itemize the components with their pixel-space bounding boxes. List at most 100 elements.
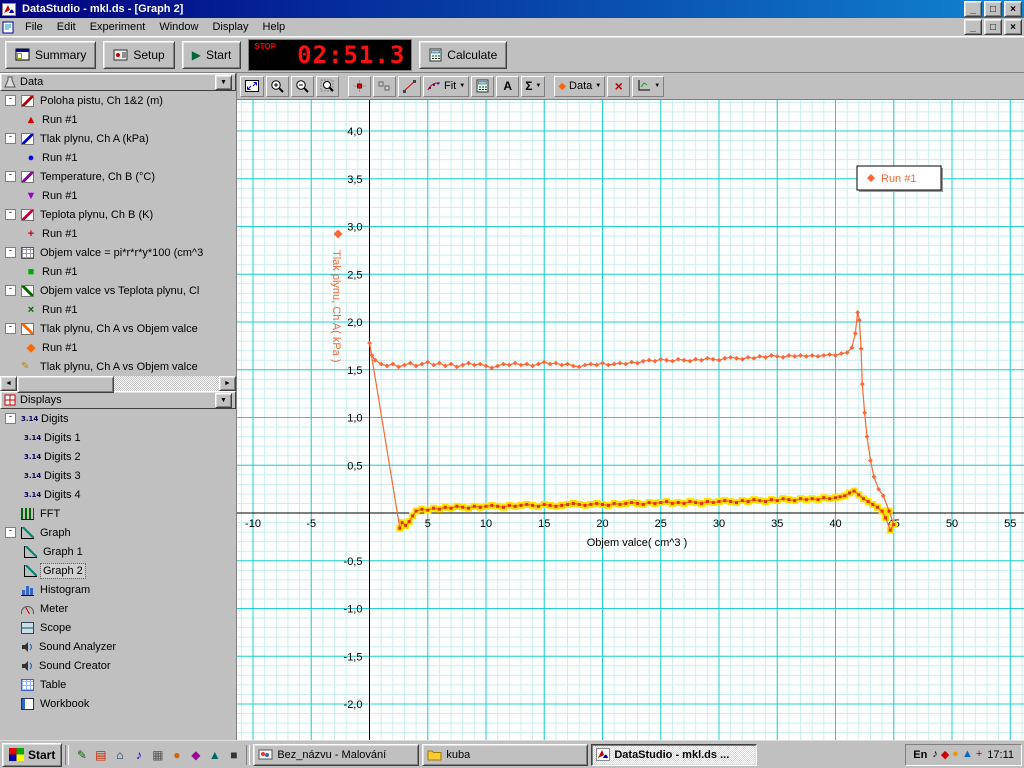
display-item[interactable]: Workbook: [0, 694, 236, 713]
display-item[interactable]: Table: [0, 675, 236, 694]
display-item[interactable]: Histogram: [0, 580, 236, 599]
horizontal-scrollbar[interactable]: ◄ ►: [0, 376, 236, 391]
display-item[interactable]: -Graph: [0, 523, 236, 542]
quicklaunch-7-icon[interactable]: ◆: [186, 745, 205, 764]
menu-window[interactable]: Window: [152, 19, 205, 35]
quicklaunch-4-icon[interactable]: ♪: [129, 745, 148, 764]
setup-button[interactable]: Setup: [103, 41, 174, 69]
text-annotation-button[interactable]: A: [496, 76, 519, 97]
quicklaunch-9-icon[interactable]: ■: [224, 745, 243, 764]
scrollbar-thumb[interactable]: [17, 376, 114, 393]
data-source-child-item[interactable]: +Run #1: [0, 224, 236, 243]
task-datastudio[interactable]: DataStudio - mkl.ds ...: [591, 744, 757, 766]
data-source-item[interactable]: ✎Tlak plynu, Ch A vs Objem valce: [0, 357, 236, 376]
tray-tray-yellow-icon[interactable]: ●: [952, 748, 959, 761]
tray-tray-red-icon[interactable]: ◆: [941, 748, 949, 761]
quicklaunch-6-icon[interactable]: ●: [167, 745, 186, 764]
calculate-button[interactable]: Calculate: [419, 41, 507, 69]
scroll-left-button[interactable]: ◄: [0, 376, 17, 391]
data-source-item[interactable]: -Objem valce vs Teplota plynu, Cl: [0, 281, 236, 300]
zoom-out-button[interactable]: [291, 76, 314, 97]
task-folder[interactable]: kuba: [422, 744, 588, 766]
display-child-item[interactable]: 3.14Digits 1: [0, 428, 236, 447]
display-item[interactable]: Scope: [0, 618, 236, 637]
data-source-child-item[interactable]: ●Run #1: [0, 148, 236, 167]
quicklaunch-2-icon[interactable]: ▤: [91, 745, 110, 764]
zoom-in-button[interactable]: [266, 76, 289, 97]
menu-display[interactable]: Display: [205, 19, 255, 35]
data-source-item[interactable]: -Tlak plynu, Ch A vs Objem valce: [0, 319, 236, 338]
displays-panel-menu-button[interactable]: ▼: [215, 393, 232, 408]
data-source-item[interactable]: -Poloha pistu, Ch 1&2 (m): [0, 91, 236, 110]
tree-expander-icon[interactable]: -: [5, 133, 16, 144]
delete-button[interactable]: ×: [607, 76, 630, 97]
display-child-item[interactable]: 3.14Digits 2: [0, 447, 236, 466]
statistics-button[interactable]: Σ ▼: [521, 76, 545, 97]
display-item[interactable]: Sound Creator: [0, 656, 236, 675]
smart-tool-button[interactable]: [348, 76, 371, 97]
menu-file[interactable]: File: [18, 19, 50, 35]
tray-tray-plus-icon[interactable]: +: [976, 748, 982, 761]
data-menu-button[interactable]: ◆ Data ▼: [554, 76, 605, 97]
language-indicator[interactable]: En: [913, 749, 927, 761]
summary-button[interactable]: Summary: [5, 41, 96, 69]
tree-expander-icon[interactable]: -: [5, 285, 16, 296]
graph-options-button[interactable]: ▼: [632, 76, 664, 97]
data-source-child-item[interactable]: ■Run #1: [0, 262, 236, 281]
display-child-item[interactable]: 3.14Digits 4: [0, 485, 236, 504]
minimize-button[interactable]: _: [964, 1, 982, 17]
graph-canvas[interactable]: -10-55101520253035404550554,03,53,02,52,…: [237, 100, 1024, 740]
data-source-child-item[interactable]: ×Run #1: [0, 300, 236, 319]
display-item[interactable]: Sound Analyzer: [0, 637, 236, 656]
tray-volume-icon[interactable]: ♪: [932, 748, 938, 761]
display-item[interactable]: FFT: [0, 504, 236, 523]
scale-to-fit-button[interactable]: [240, 76, 264, 97]
data-source-child-item[interactable]: ▼Run #1: [0, 186, 236, 205]
data-source-item[interactable]: -Teplota plynu, Ch B (K): [0, 205, 236, 224]
tray-tray-blue-icon[interactable]: ▲: [962, 748, 973, 761]
data-source-child-item[interactable]: ◆Run #1: [0, 338, 236, 357]
data-source-child-item[interactable]: ▲Run #1: [0, 110, 236, 129]
quicklaunch-5-icon[interactable]: ▦: [148, 745, 167, 764]
task-paint[interactable]: Bez_názvu - Malování: [253, 744, 419, 766]
display-child-item[interactable]: Graph 2: [0, 561, 236, 580]
close-button[interactable]: ×: [1004, 1, 1022, 17]
display-item[interactable]: Meter: [0, 599, 236, 618]
tree-expander-icon[interactable]: -: [5, 527, 16, 538]
child-close-button[interactable]: ×: [1004, 19, 1022, 35]
data-source-item[interactable]: -Objem valce = pi*r*r*y*100 (cm^3: [0, 243, 236, 262]
start-button-toolbar[interactable]: ▶ Start: [182, 41, 242, 69]
child-window-icon[interactable]: [2, 21, 15, 34]
data-panel-menu-button[interactable]: ▼: [215, 75, 232, 90]
graph-calculator-button[interactable]: [471, 76, 494, 97]
restore-button[interactable]: □: [984, 1, 1002, 17]
annotation-button[interactable]: [373, 76, 396, 97]
child-minimize-button[interactable]: _: [964, 19, 982, 35]
app-icon[interactable]: [2, 3, 16, 16]
menu-help[interactable]: Help: [256, 19, 293, 35]
quicklaunch-8-icon[interactable]: ▲: [205, 745, 224, 764]
data-source-item[interactable]: -Temperature, Ch B (°C): [0, 167, 236, 186]
zoom-select-button[interactable]: [316, 76, 339, 97]
menu-experiment[interactable]: Experiment: [83, 19, 153, 35]
tree-expander-icon[interactable]: -: [5, 95, 16, 106]
data-source-item[interactable]: -Tlak plynu, Ch A (kPa): [0, 129, 236, 148]
tree-expander-icon[interactable]: -: [5, 247, 16, 258]
graph-display[interactable]: -10-55101520253035404550554,03,53,02,52,…: [237, 100, 1024, 740]
tree-expander-icon[interactable]: -: [5, 209, 16, 220]
fit-menu-button[interactable]: Fit ▼: [423, 76, 469, 97]
scroll-right-button[interactable]: ►: [219, 376, 236, 391]
tree-expander-icon[interactable]: -: [5, 171, 16, 182]
slope-tool-button[interactable]: [398, 76, 421, 97]
quicklaunch-3-icon[interactable]: ⌂: [110, 745, 129, 764]
tree-expander-icon[interactable]: -: [5, 323, 16, 334]
start-button[interactable]: Start: [2, 743, 62, 767]
display-child-item[interactable]: 3.14Digits 3: [0, 466, 236, 485]
menu-edit[interactable]: Edit: [50, 19, 83, 35]
quicklaunch-1-icon[interactable]: ✎: [72, 745, 91, 764]
display-item[interactable]: -3.14Digits: [0, 409, 236, 428]
scrollbar-track[interactable]: [17, 376, 219, 391]
child-restore-button[interactable]: □: [984, 19, 1002, 35]
tree-expander-icon[interactable]: -: [5, 413, 16, 424]
display-child-item[interactable]: Graph 1: [0, 542, 236, 561]
